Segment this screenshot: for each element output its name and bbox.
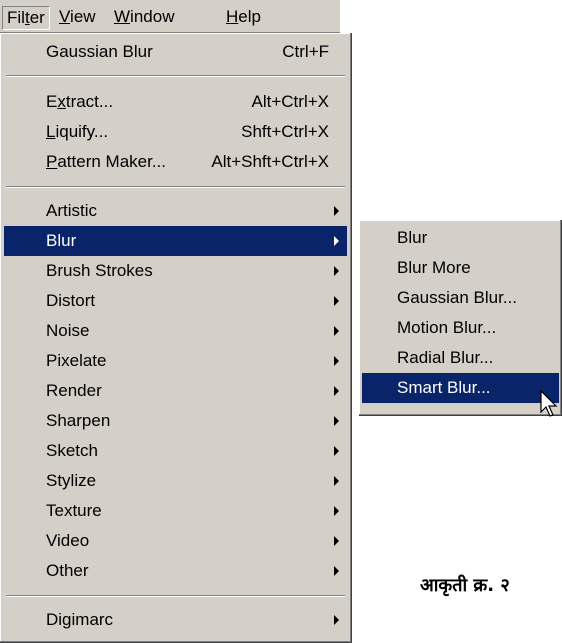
menu-item-blur[interactable]: Blur [4,226,347,256]
menu-item-liquify[interactable]: Liquify... Shft+Ctrl+X [4,117,347,147]
submenu-item-label: Smart Blur... [397,378,491,397]
menu-item-label: Video [46,531,90,550]
menu-item-distort[interactable]: Distort [4,286,347,316]
menu-item-label: Stylize [46,471,97,490]
menu-item-label: Pixelate [46,351,107,370]
menu-item-label: Extract... [46,92,114,111]
menu-item-digimarc[interactable]: Digimarc [4,605,347,635]
submenu-arrow-icon [334,476,339,486]
submenu-arrow-icon [334,566,339,576]
submenu-arrow-icon [334,446,339,456]
menu-window[interactable]: Window [110,6,178,28]
menu-bar: Filter View Window Help [0,0,340,33]
menu-item-last-filter[interactable]: Gaussian Blur Ctrl+F [4,37,347,67]
submenu-arrow-icon [334,206,339,216]
menu-item-label: Sketch [46,441,98,460]
submenu-arrow-icon [334,386,339,396]
menu-item-pattern-maker[interactable]: Pattern Maker... Alt+Shft+Ctrl+X [4,147,347,177]
submenu-arrow-icon [334,236,339,246]
menu-item-stylize[interactable]: Stylize [4,466,347,496]
menu-item-label: Noise [46,321,90,340]
menu-item-shortcut: Shft+Ctrl+X [241,122,329,141]
submenu-item-gaussian-blur[interactable]: Gaussian Blur... [362,283,559,313]
menu-item-noise[interactable]: Noise [4,316,347,346]
menu-item-shortcut: Alt+Shft+Ctrl+X [211,152,329,171]
submenu-item-motion-blur[interactable]: Motion Blur... [362,313,559,343]
submenu-arrow-icon [334,416,339,426]
submenu-arrow-icon [334,266,339,276]
submenu-arrow-icon [334,615,339,625]
menu-item-label: Liquify... [46,122,109,141]
menu-item-label: Render [46,381,102,400]
menu-item-label: Texture [46,501,102,520]
submenu-item-label: Gaussian Blur... [397,288,518,307]
submenu-item-smart-blur[interactable]: Smart Blur... [362,373,559,403]
submenu-item-radial-blur[interactable]: Radial Blur... [362,343,559,373]
menu-item-render[interactable]: Render [4,376,347,406]
menu-item-pixelate[interactable]: Pixelate [4,346,347,376]
menu-help[interactable]: Help [222,6,265,28]
menu-item-texture[interactable]: Texture [4,496,347,526]
figure-caption: आकृती क्र. २ [420,575,510,596]
menu-item-shortcut: Ctrl+F [282,42,329,61]
menu-item-other[interactable]: Other [4,556,347,586]
menu-item-sharpen[interactable]: Sharpen [4,406,347,436]
submenu-item-blur[interactable]: Blur [362,223,559,253]
menu-item-label: Artistic [46,201,97,220]
submenu-arrow-icon [334,296,339,306]
menu-item-label: Pattern Maker... [46,152,167,171]
menu-item-sketch[interactable]: Sketch [4,436,347,466]
submenu-item-label: Blur [397,228,428,247]
menu-view[interactable]: View [55,6,100,28]
menu-separator [6,595,345,597]
menu-item-label: Other [46,561,89,580]
menu-item-video[interactable]: Video [4,526,347,556]
submenu-item-label: Motion Blur... [397,318,497,337]
submenu-item-blur-more[interactable]: Blur More [362,253,559,283]
menu-item-label: Distort [46,291,96,310]
menu-filter[interactable]: Filter [2,6,50,30]
menu-item-shortcut: Alt+Ctrl+X [251,92,329,111]
menu-item-label: Digimarc [46,610,114,629]
submenu-arrow-icon [334,506,339,516]
submenu-item-label: Blur More [397,258,471,277]
mouse-pointer-icon [540,389,560,425]
blur-submenu: Blur Blur More Gaussian Blur... Motion B… [359,220,562,416]
filter-menu: Gaussian Blur Ctrl+F Extract... Alt+Ctrl… [0,33,352,643]
menu-separator [6,186,345,188]
menu-item-extract[interactable]: Extract... Alt+Ctrl+X [4,87,347,117]
submenu-arrow-icon [334,536,339,546]
submenu-arrow-icon [334,326,339,336]
menu-item-label: Gaussian Blur [46,42,153,61]
submenu-item-label: Radial Blur... [397,348,494,367]
menu-item-brush-strokes[interactable]: Brush Strokes [4,256,347,286]
menu-separator [6,75,345,77]
menu-item-label: Sharpen [46,411,111,430]
menu-item-artistic[interactable]: Artistic [4,196,347,226]
menu-item-label: Blur [46,231,77,250]
menu-item-label: Brush Strokes [46,261,153,280]
submenu-arrow-icon [334,356,339,366]
